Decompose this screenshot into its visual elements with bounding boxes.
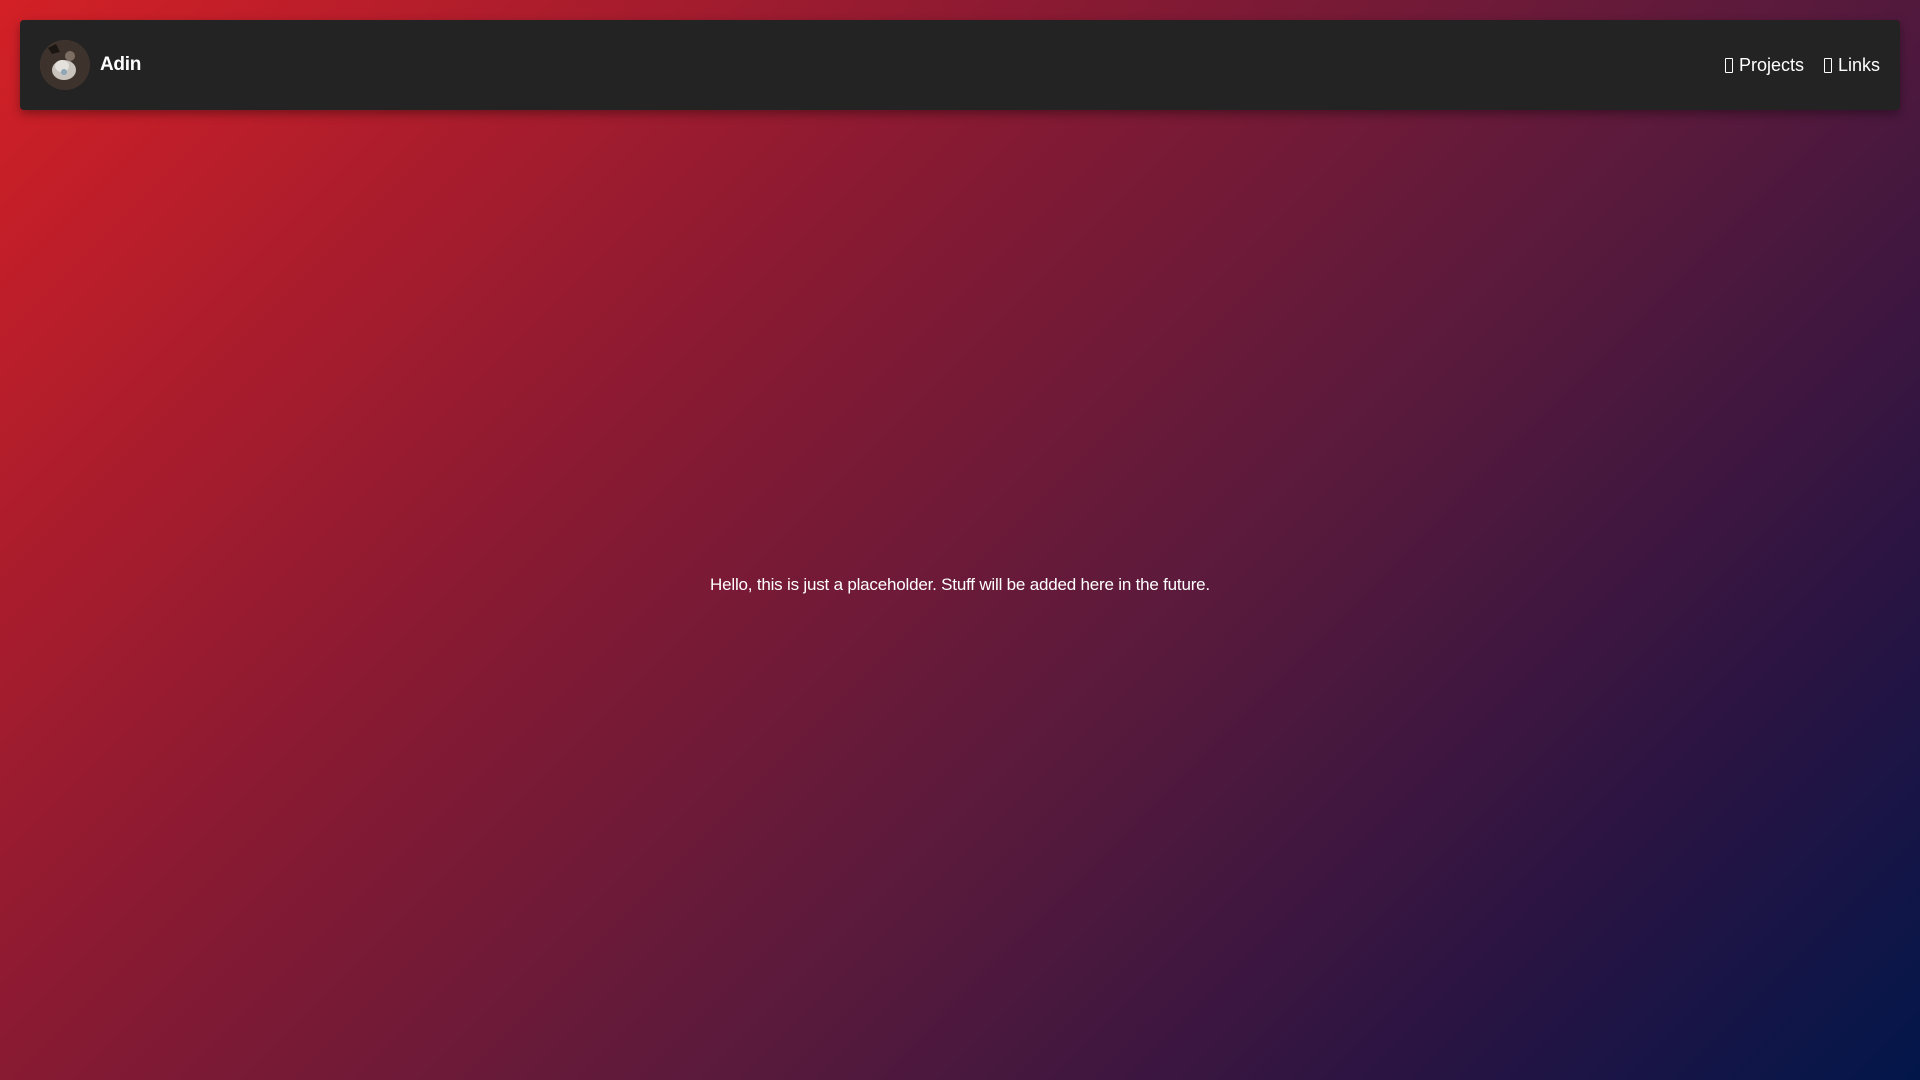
nav-links: Projects Links [1724,54,1880,76]
avatar [40,40,90,90]
brand-name: Adin [100,54,142,75]
nav-link-projects[interactable]: Projects [1724,54,1804,76]
placeholder-text: Hello, this is just a placeholder. Stuff… [710,575,1210,594]
top-navbar: Adin Projects Links [20,20,1900,110]
projects-icon [1724,57,1733,73]
nav-link-projects-label: Projects [1738,54,1804,75]
brand-link[interactable]: Adin [40,40,141,90]
nav-link-links[interactable]: Links [1823,54,1880,76]
avatar-image [40,40,90,90]
links-icon [1823,57,1832,73]
nav-link-links-label: Links [1837,54,1880,75]
